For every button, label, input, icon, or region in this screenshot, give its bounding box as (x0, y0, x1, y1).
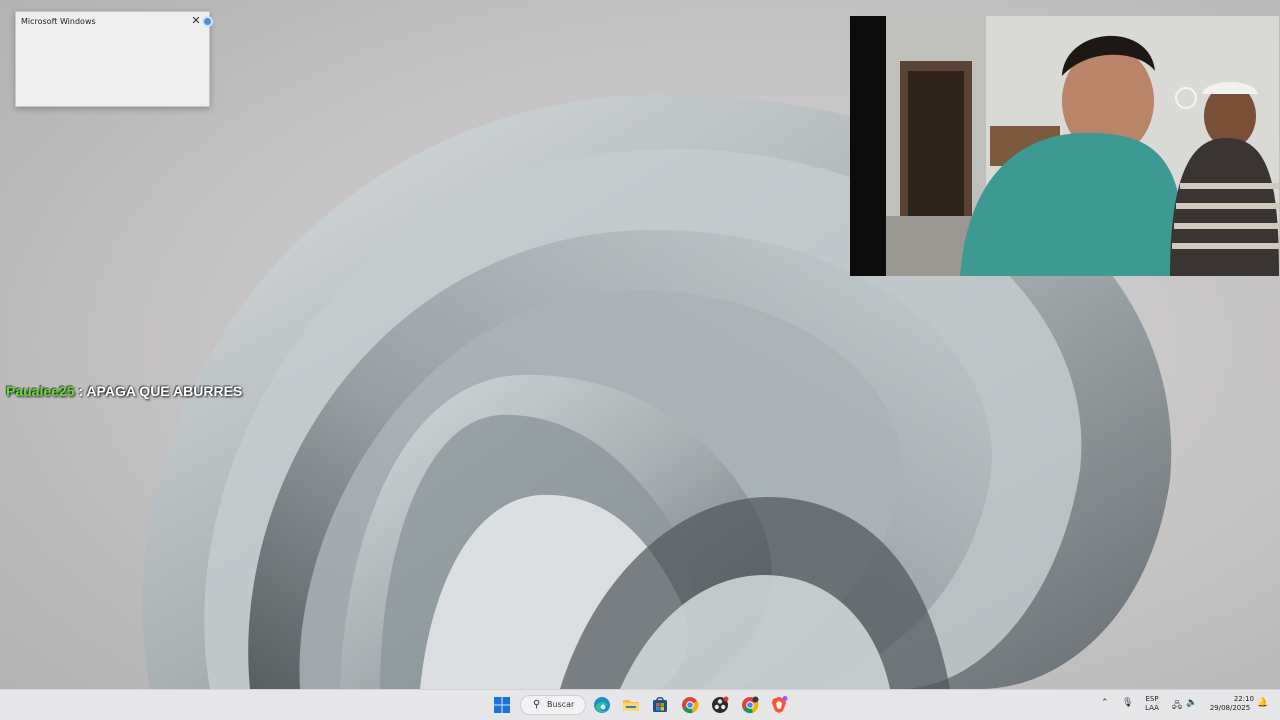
windows-dialog: Microsoft Windows ✕ (15, 11, 210, 107)
clock-time: 22:10 (1233, 695, 1254, 703)
notification-icon[interactable]: 🔔 (1257, 698, 1268, 708)
clock[interactable]: 22:10 29/08/2025 (1206, 695, 1254, 713)
obs-icon[interactable] (710, 695, 730, 715)
dialog-title: Microsoft Windows (21, 17, 96, 26)
close-icon[interactable]: ✕ (189, 14, 203, 28)
store-icon[interactable] (650, 695, 670, 715)
cursor-indicator (202, 16, 213, 27)
search-icon: ⚲ (533, 699, 541, 710)
webcam-image (850, 16, 1279, 276)
microphone-icon[interactable]: 🎙 (1122, 698, 1133, 708)
taskbar: ⚲ Buscar ⌃ 🎙 ESP LAA 🖧 🔈 22:10 29/08/202… (0, 689, 1280, 720)
chrome-profile-icon[interactable] (740, 695, 760, 715)
file-explorer-icon[interactable] (621, 695, 641, 715)
network-icon[interactable]: 🖧 (1172, 698, 1182, 714)
clock-date: 29/08/2025 (1209, 704, 1251, 712)
search-label: Buscar (547, 700, 575, 709)
chat-message: Paualee25 : APAGA QUE ABURRES (6, 383, 242, 399)
chrome-icon[interactable] (680, 695, 700, 715)
edge-icon[interactable] (592, 695, 612, 715)
desktop: Microsoft Windows ✕ Paualee25 : APAGA QU… (0, 0, 1280, 720)
chat-text: APAGA QUE ABURRES (86, 383, 243, 399)
start-icon[interactable] (492, 695, 512, 715)
brave-icon[interactable] (769, 695, 789, 715)
chat-username: Paualee25 (6, 383, 75, 399)
language-code: ESP (1145, 695, 1159, 703)
webcam-overlay (850, 16, 1279, 276)
search-input[interactable]: ⚲ Buscar (520, 695, 586, 715)
keyboard-layout: LAA (1145, 704, 1159, 712)
chevron-up-icon[interactable]: ⌃ (1101, 698, 1109, 708)
volume-icon[interactable]: 🔈 (1186, 698, 1197, 708)
chat-separator: : (74, 383, 87, 399)
language-indicator[interactable]: ESP LAA (1140, 695, 1164, 713)
